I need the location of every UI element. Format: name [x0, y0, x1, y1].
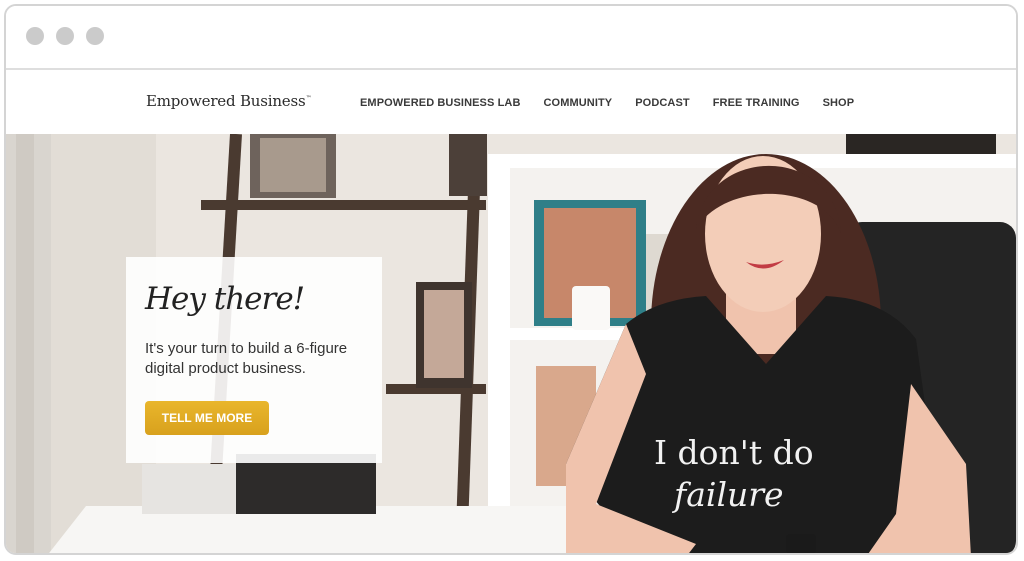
browser-chrome: [6, 6, 1016, 70]
logo-trademark: ™: [305, 95, 312, 102]
shirt-text-line2: failure: [671, 475, 784, 514]
window-control-dot[interactable]: [56, 27, 74, 45]
nav-free-training[interactable]: FREE TRAINING: [713, 97, 800, 109]
tell-me-more-button[interactable]: TELL ME MORE: [145, 401, 269, 435]
browser-window: Empowered Business™ EMPOWERED BUSINESS L…: [4, 4, 1018, 555]
window-control-dot[interactable]: [86, 27, 104, 45]
logo-text: Empowered Business: [146, 92, 306, 110]
hero-subtext: It's your turn to build a 6-figure digit…: [145, 340, 348, 377]
shirt-text-line1: I don't do: [654, 433, 814, 472]
nav-podcast[interactable]: PODCAST: [635, 97, 689, 109]
hero-card: Hey there! It's your turn to build a 6-f…: [126, 257, 382, 463]
nav-community[interactable]: COMMUNITY: [544, 97, 613, 109]
nav-shop[interactable]: SHOP: [823, 97, 855, 109]
site-header: Empowered Business™ EMPOWERED BUSINESS L…: [6, 70, 1016, 134]
nav-empowered-business-lab[interactable]: EMPOWERED BUSINESS LAB: [360, 97, 521, 109]
site-logo[interactable]: Empowered Business™: [146, 92, 311, 110]
main-nav: EMPOWERED BUSINESS LAB COMMUNITY PODCAST…: [360, 97, 877, 109]
hero-section: I don't do failure Hey there! It's your …: [6, 134, 1016, 553]
window-control-dot[interactable]: [26, 27, 44, 45]
hero-heading: Hey there!: [145, 281, 305, 317]
